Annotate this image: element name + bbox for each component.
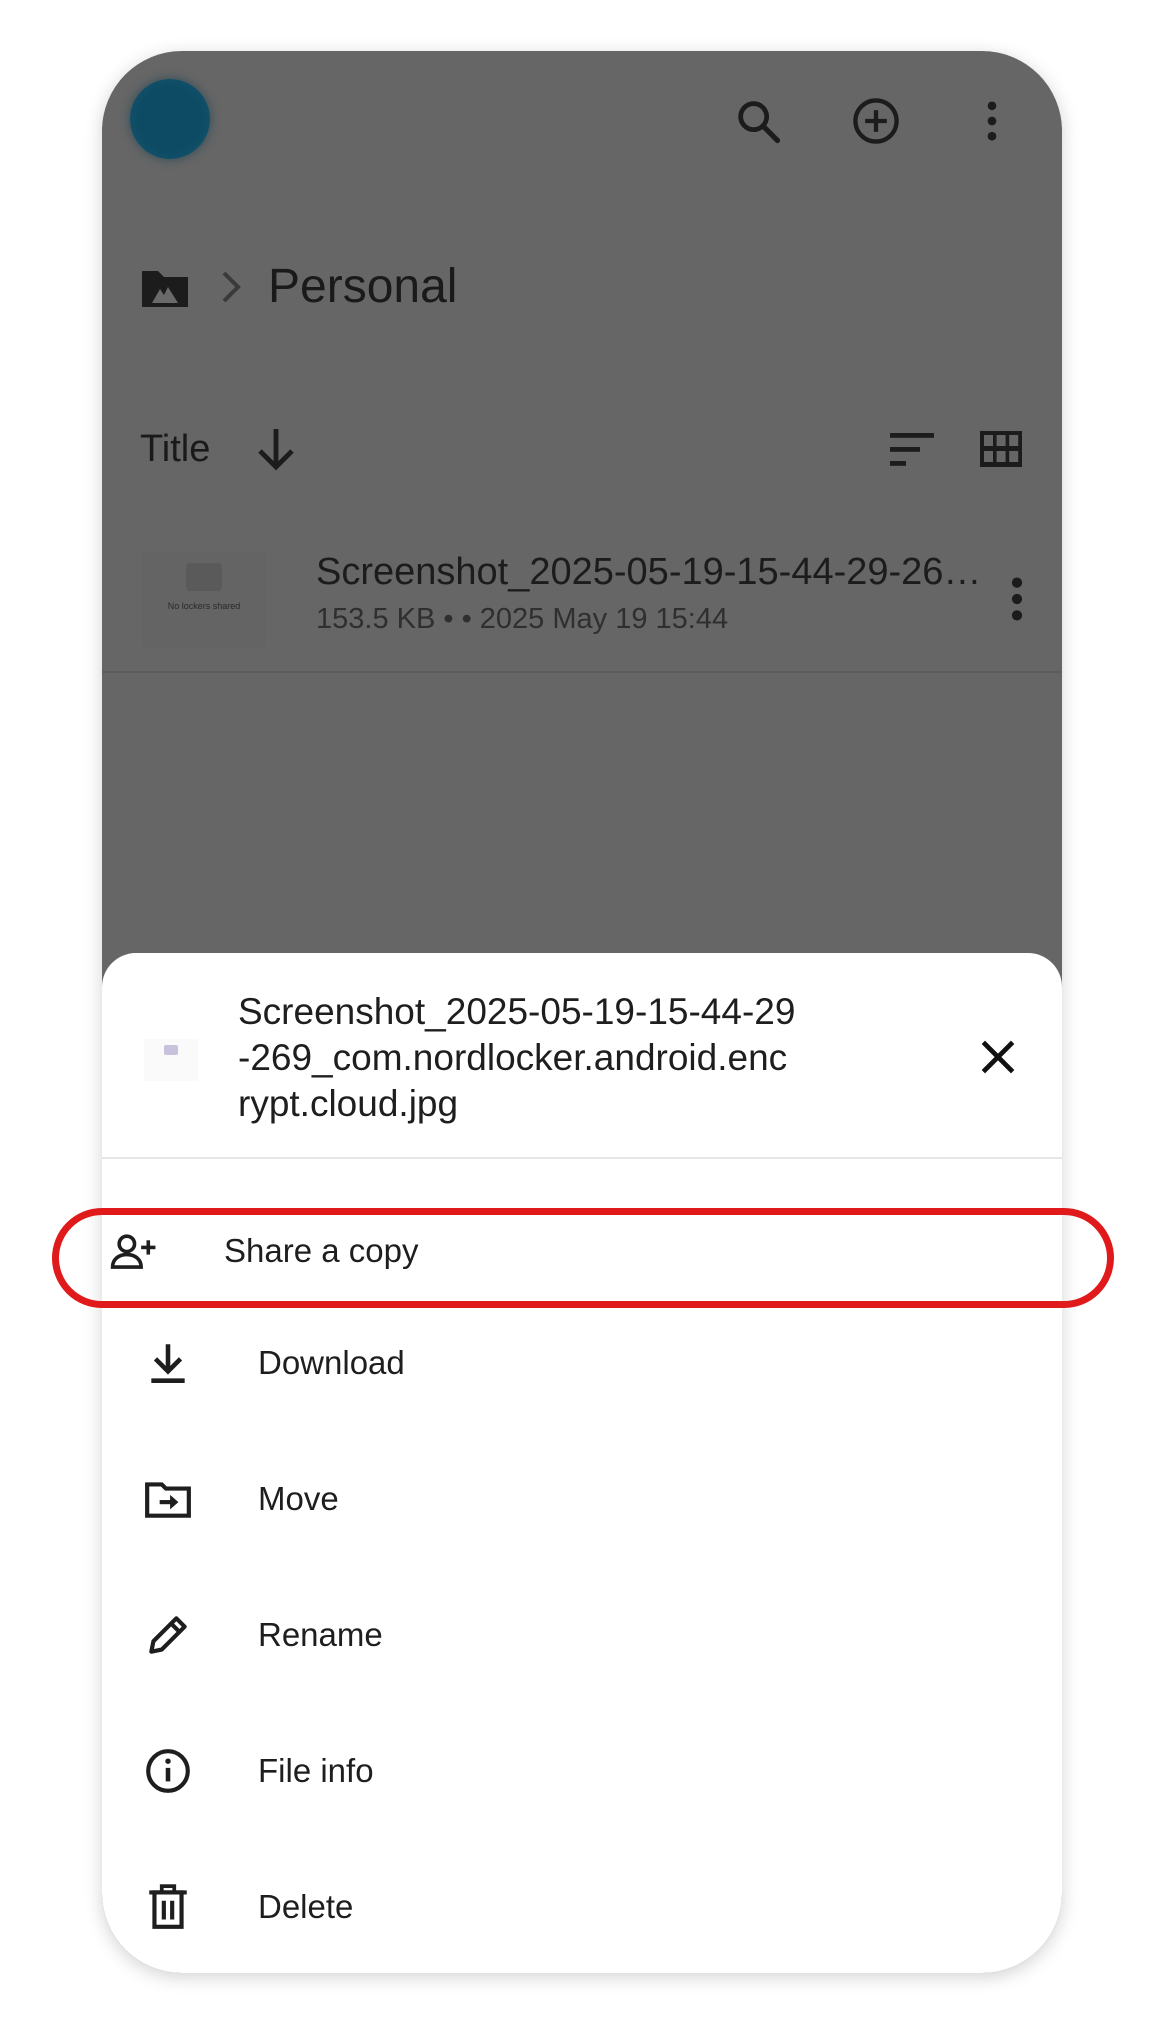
trash-icon xyxy=(142,1881,194,1933)
download-icon xyxy=(142,1337,194,1389)
file-meta: 153.5 KB • • 2025 May 19 15:44 xyxy=(316,603,729,635)
sort-icon[interactable] xyxy=(888,429,936,469)
bottom-sheet: Screenshot_2025-05-19-15-44-29-269_com.n… xyxy=(102,953,1062,1973)
thumbnail-text: No lockers shared xyxy=(167,601,241,611)
menu-item-rename[interactable]: Rename xyxy=(102,1575,1062,1695)
menu-item-download[interactable]: Download xyxy=(102,1303,1062,1423)
menu-item-move[interactable]: Move xyxy=(102,1439,1062,1559)
breadcrumb: Personal xyxy=(138,259,457,314)
sheet-header: Screenshot_2025-05-19-15-44-29-269_com.n… xyxy=(102,953,1062,1159)
file-name: Screenshot_2025-05-19-15-44-29-26… xyxy=(316,551,982,593)
menu-item-label: Share a copy xyxy=(224,1232,419,1269)
sheet-file-title: Screenshot_2025-05-19-15-44-29-269_com.n… xyxy=(238,991,796,1124)
menu-item-delete[interactable]: Delete xyxy=(102,1847,1062,1967)
more-vert-icon[interactable] xyxy=(962,91,1022,151)
close-icon[interactable] xyxy=(976,1035,1020,1079)
grid-view-icon[interactable] xyxy=(978,429,1024,469)
locker-folder-icon[interactable] xyxy=(138,263,192,311)
chevron-right-icon xyxy=(222,271,241,302)
menu-item-label: File info xyxy=(258,1752,374,1789)
menu-item-label: Download xyxy=(258,1344,405,1381)
search-icon[interactable] xyxy=(728,91,788,151)
menu-item-label: Rename xyxy=(258,1616,383,1653)
menu-item-label: Delete xyxy=(258,1888,354,1925)
file-thumbnail: No lockers shared xyxy=(142,551,266,647)
arrow-down-icon[interactable] xyxy=(254,425,298,473)
menu-item-file-info[interactable]: File info xyxy=(102,1711,1062,1831)
sort-label[interactable]: Title xyxy=(140,428,210,471)
info-icon xyxy=(142,1745,194,1797)
file-row[interactable]: No lockers shared Screenshot_2025-05-19-… xyxy=(102,531,1062,673)
file-more-icon[interactable] xyxy=(1002,571,1032,627)
add-circle-icon[interactable] xyxy=(846,91,906,151)
sheet-file-thumbnail xyxy=(144,1039,198,1081)
avatar[interactable] xyxy=(130,79,210,159)
sort-bar: Title xyxy=(140,419,1024,479)
phone-frame: Personal Title No lockers shared Screens… xyxy=(102,51,1062,1973)
pencil-icon xyxy=(142,1609,194,1661)
folder-move-icon xyxy=(142,1473,194,1525)
menu-item-label: Move xyxy=(258,1480,339,1517)
menu-item-share-copy[interactable]: Share a copy xyxy=(102,1191,1062,1311)
page-title: Personal xyxy=(268,260,458,313)
person-add-icon xyxy=(108,1225,160,1277)
